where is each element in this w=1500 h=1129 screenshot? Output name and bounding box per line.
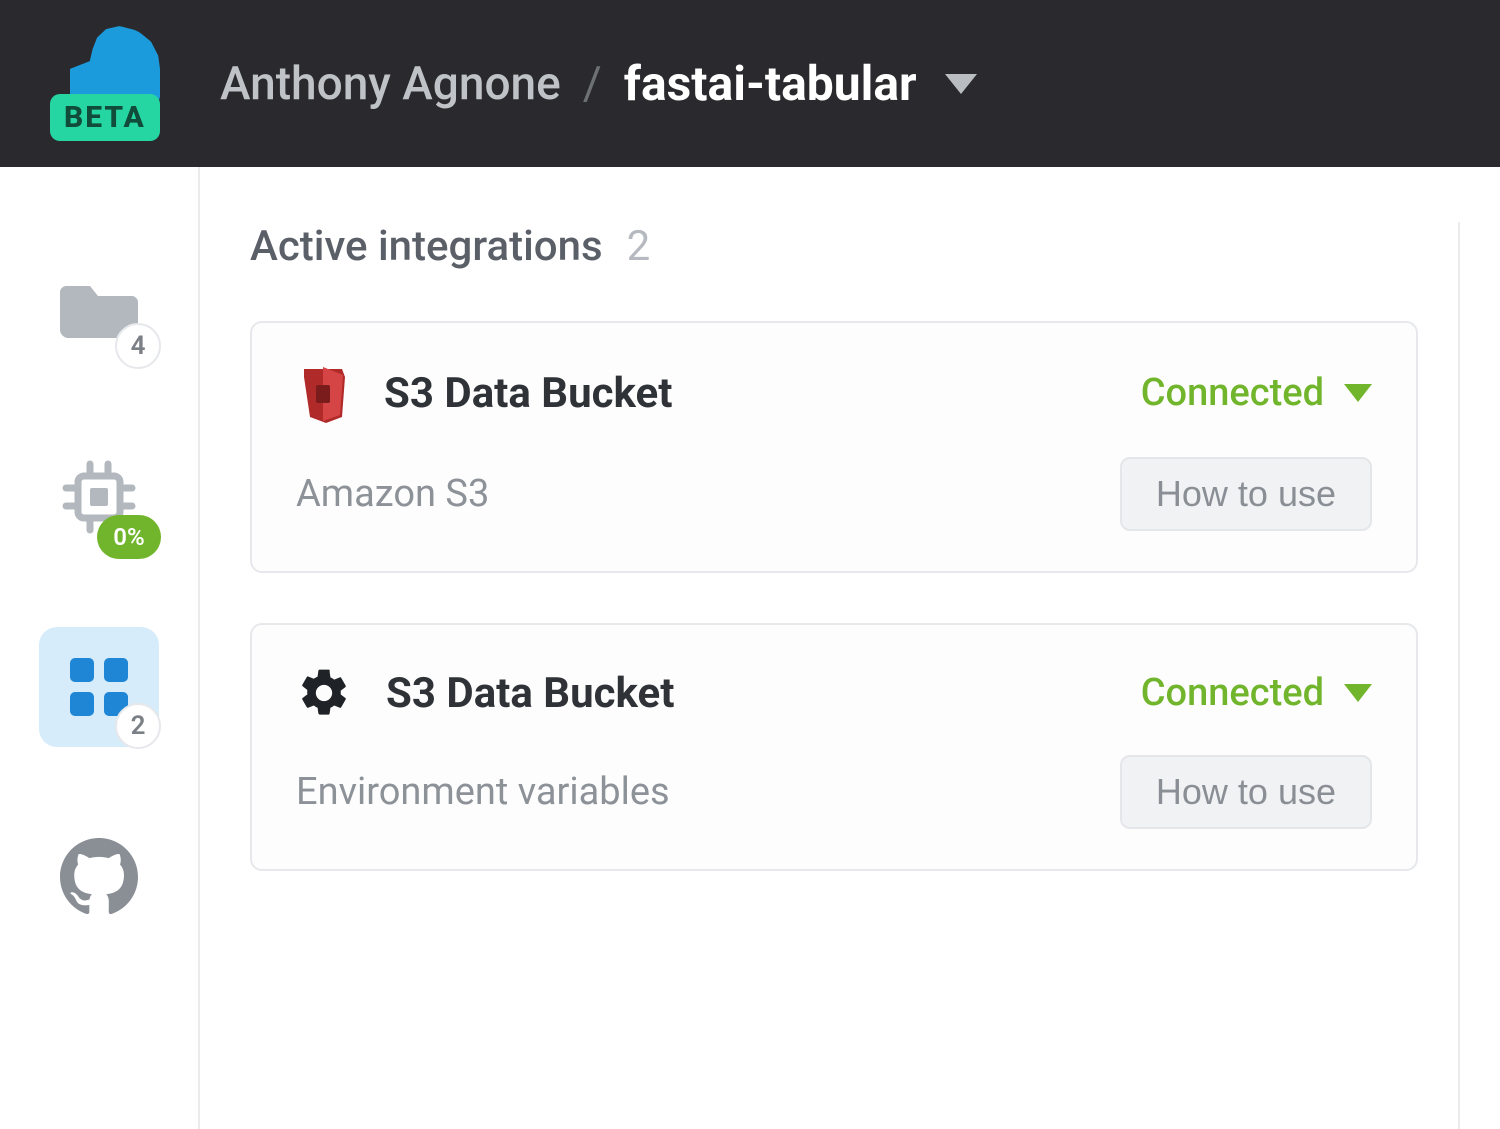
files-count-badge: 4 xyxy=(115,323,161,369)
chevron-down-icon xyxy=(1344,684,1372,702)
sidebar-item-files[interactable]: 4 xyxy=(39,247,159,367)
integration-status-dropdown[interactable]: Connected xyxy=(1141,371,1372,415)
integration-card: S3 Data Bucket Connected Amazon S3 How t… xyxy=(250,321,1418,573)
integration-card: S3 Data Bucket Connected Environment var… xyxy=(250,623,1418,871)
chevron-down-icon xyxy=(945,74,977,94)
s3-icon xyxy=(296,363,350,423)
github-icon xyxy=(60,838,138,916)
sidebar-item-github[interactable] xyxy=(39,817,159,937)
integration-subtitle: Environment variables xyxy=(296,770,670,814)
integration-subtitle: Amazon S3 xyxy=(296,472,489,516)
app-logo[interactable]: BETA xyxy=(50,26,170,141)
integration-status-label: Connected xyxy=(1141,671,1324,715)
section-title-label: Active integrations xyxy=(250,222,603,271)
main-content: Active integrations 2 S3 Data Bucket xyxy=(198,167,1500,1129)
beta-badge: BETA xyxy=(50,94,160,141)
breadcrumb-project-label: fastai-tabular xyxy=(624,55,917,112)
how-to-use-button[interactable]: How to use xyxy=(1120,755,1372,829)
sidebar: 4 0% 2 xyxy=(0,167,198,1129)
wave-icon xyxy=(70,26,160,104)
breadcrumb: Anthony Agnone / fastai-tabular xyxy=(220,55,977,112)
section-title: Active integrations 2 xyxy=(250,222,1418,271)
section-count: 2 xyxy=(627,222,651,271)
body: 4 0% 2 xyxy=(0,167,1500,1129)
breadcrumb-separator: / xyxy=(583,57,602,111)
compute-usage-badge: 0% xyxy=(97,515,161,559)
sidebar-item-compute[interactable]: 0% xyxy=(39,437,159,557)
integration-status-dropdown[interactable]: Connected xyxy=(1141,671,1372,715)
app-header: BETA Anthony Agnone / fastai-tabular xyxy=(0,0,1500,167)
integration-title: S3 Data Bucket xyxy=(386,669,674,718)
sidebar-item-integrations[interactable]: 2 xyxy=(39,627,159,747)
gear-icon xyxy=(296,665,352,721)
integration-status-label: Connected xyxy=(1141,371,1324,415)
how-to-use-button[interactable]: How to use xyxy=(1120,457,1372,531)
integration-title: S3 Data Bucket xyxy=(384,369,672,418)
chevron-down-icon xyxy=(1344,384,1372,402)
integrations-count-badge: 2 xyxy=(115,703,161,749)
breadcrumb-project-dropdown[interactable]: fastai-tabular xyxy=(624,55,977,112)
breadcrumb-user[interactable]: Anthony Agnone xyxy=(220,57,561,111)
